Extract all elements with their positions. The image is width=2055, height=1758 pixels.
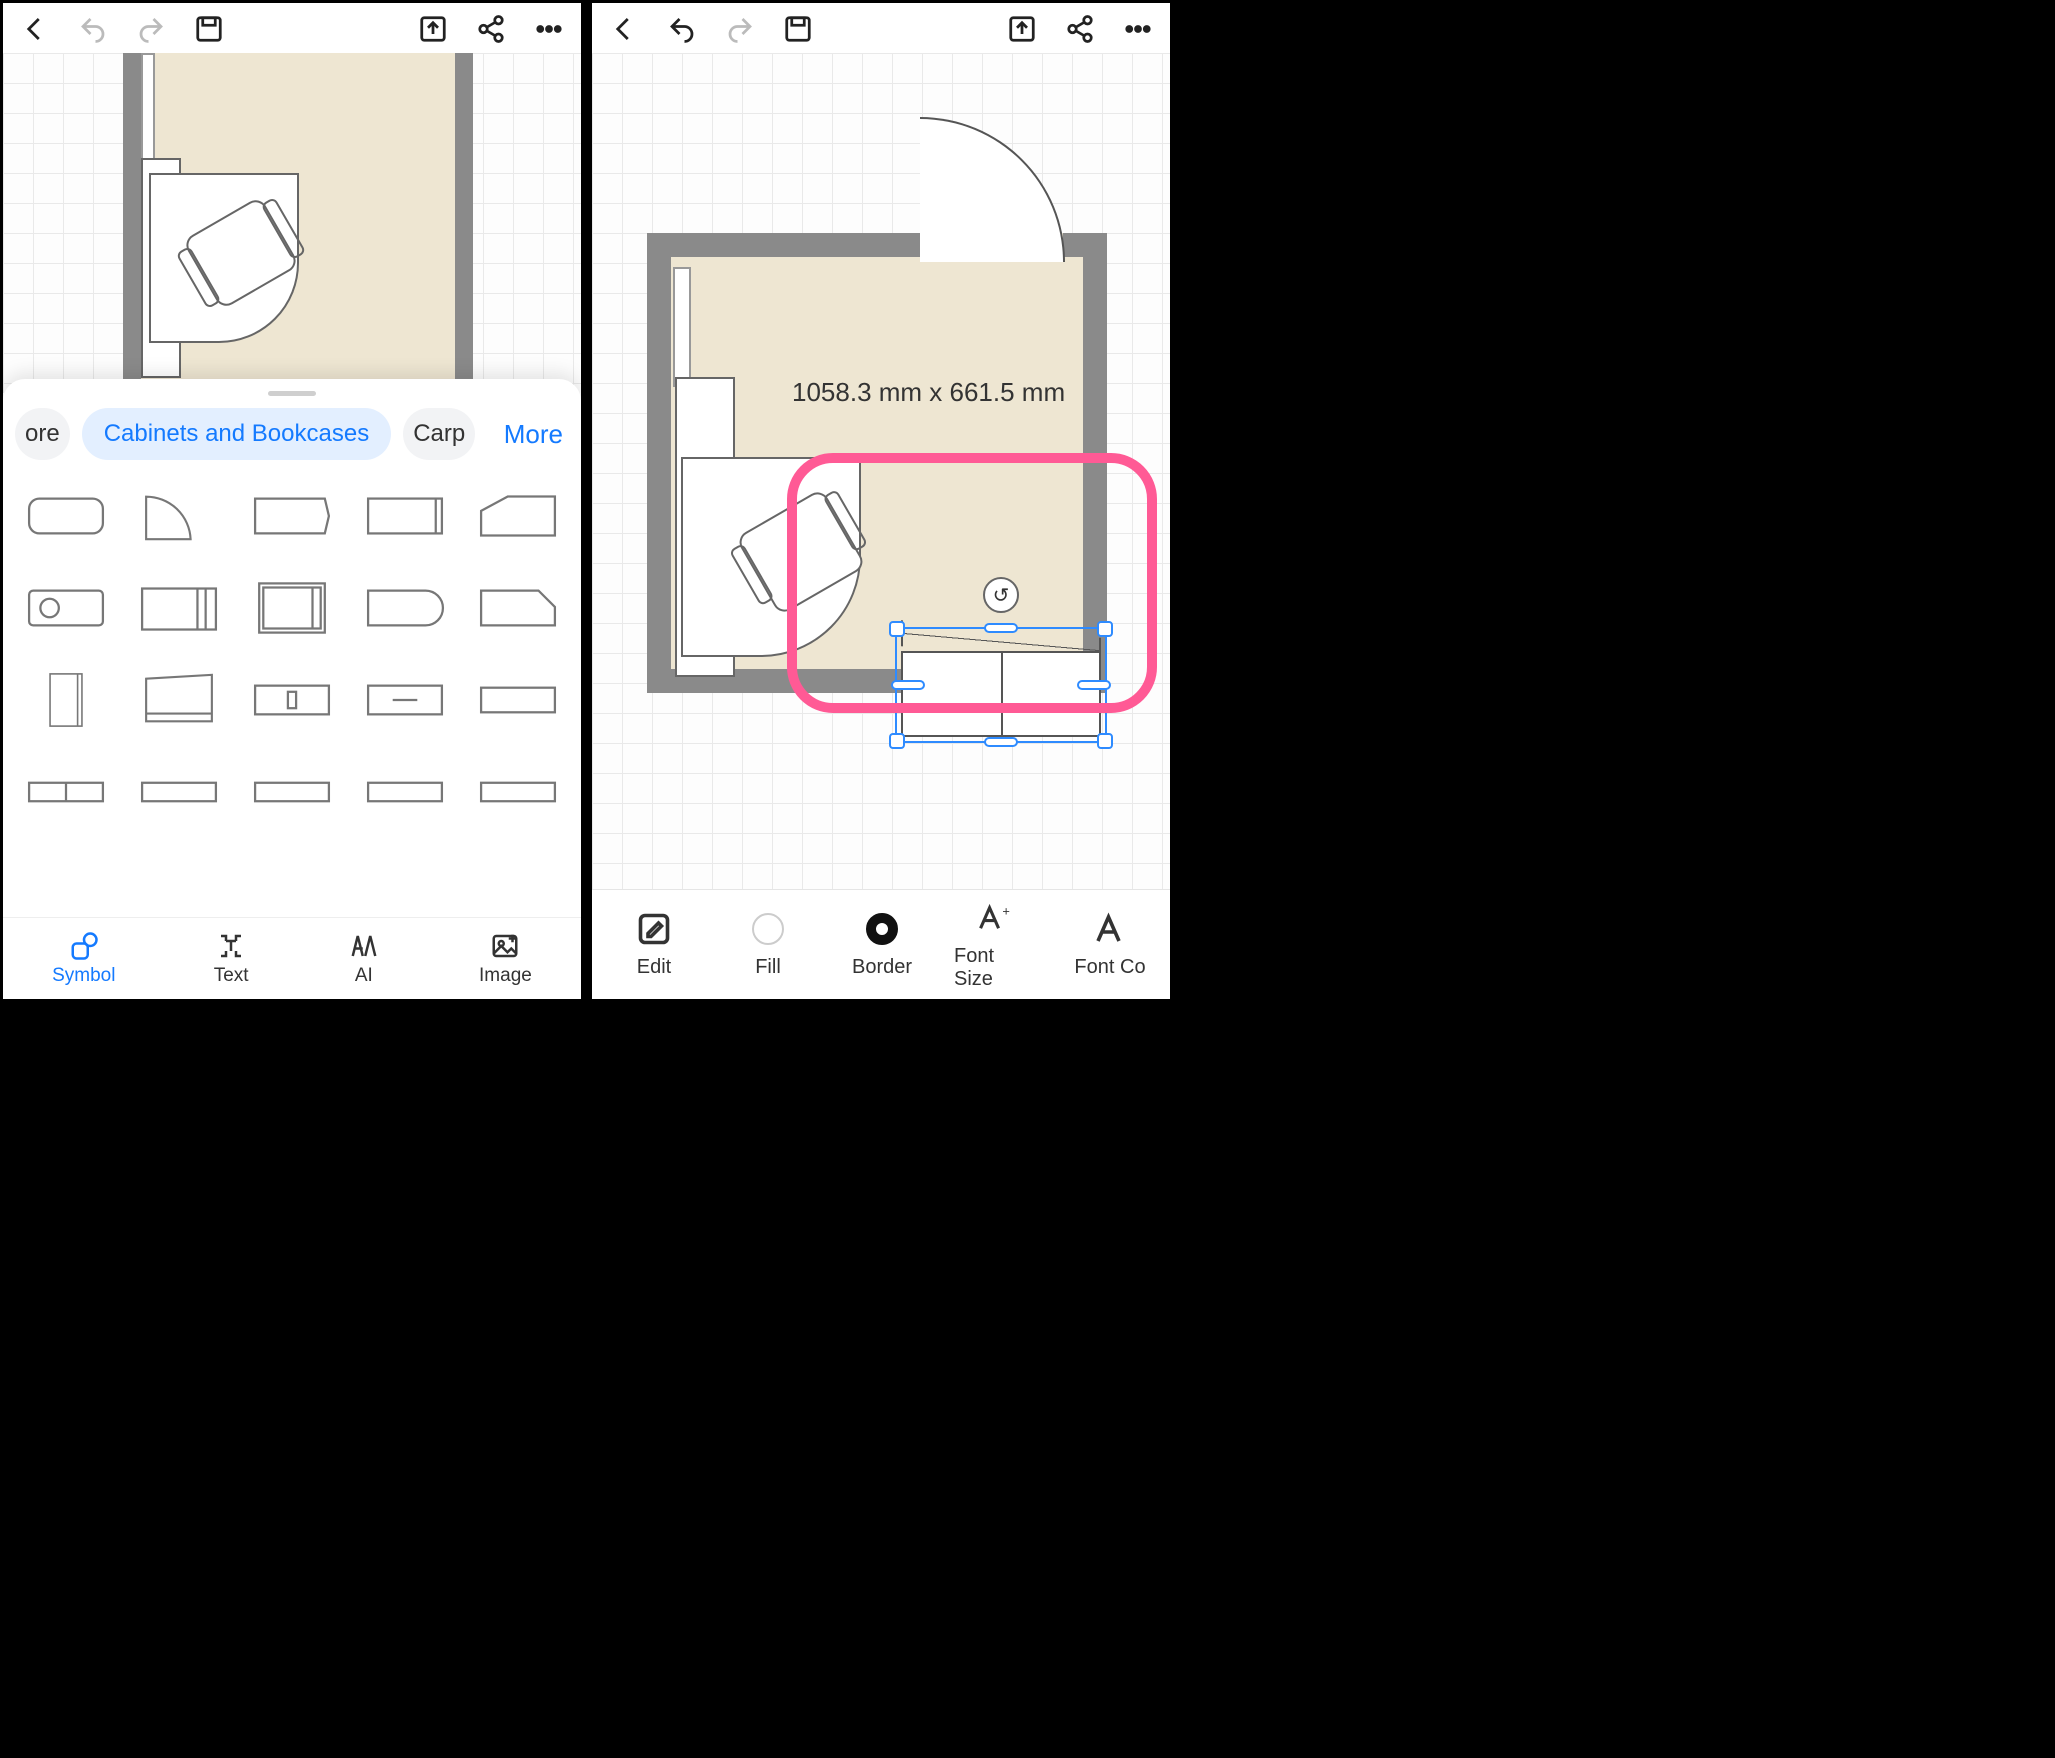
edit-label: Edit <box>637 956 671 979</box>
edit-button[interactable]: Edit <box>612 910 696 979</box>
tab-text-label: Text <box>214 965 249 987</box>
drawer-handle[interactable] <box>268 391 316 396</box>
category-chips: ore Cabinets and Bookcases Carp More <box>9 408 575 474</box>
cabinet-symbol-1[interactable] <box>17 480 116 552</box>
cabinet-symbol-17[interactable] <box>130 756 229 828</box>
resize-handle[interactable] <box>889 733 905 749</box>
door-swing-icon <box>920 117 1065 262</box>
more-icon[interactable] <box>533 13 565 45</box>
app-screen-selection: ↺ 1058.3 mm x 661.5 mm Edit <box>589 0 1173 1002</box>
chips-more[interactable]: More <box>504 419 569 450</box>
font-size-label: Font Size <box>954 945 1038 991</box>
export-icon[interactable] <box>417 13 449 45</box>
svg-text:+: + <box>1002 903 1010 918</box>
cabinet-symbol-9[interactable] <box>355 572 454 644</box>
redo-icon[interactable] <box>724 13 756 45</box>
font-color-button[interactable]: Font Co <box>1068 910 1152 979</box>
annotation-highlight <box>787 453 1157 713</box>
tab-symbol[interactable]: Symbol <box>52 931 115 987</box>
bottom-tabbar: Symbol Text AI Image <box>3 917 581 999</box>
chip-next[interactable]: Carp <box>403 408 475 460</box>
floorplan-canvas[interactable]: ↺ 1058.3 mm x 661.5 mm <box>592 53 1170 933</box>
dimension-label: 1058.3 mm x 661.5 mm <box>792 377 1065 408</box>
symbol-grid <box>9 474 575 834</box>
share-icon[interactable] <box>475 13 507 45</box>
app-screen-symbol-drawer: ore Cabinets and Bookcases Carp More <box>0 0 584 1002</box>
tab-image[interactable]: Image <box>479 931 532 987</box>
cabinet-symbol-2[interactable] <box>130 480 229 552</box>
export-icon[interactable] <box>1006 13 1038 45</box>
resize-handle[interactable] <box>984 737 1018 747</box>
tab-symbol-label: Symbol <box>52 965 115 987</box>
cabinet-symbol-8[interactable] <box>243 572 342 644</box>
cabinet-symbol-10[interactable] <box>468 572 567 644</box>
cabinet-symbol-19[interactable] <box>355 756 454 828</box>
cabinet-symbol-16[interactable] <box>17 756 116 828</box>
fill-label: Fill <box>755 956 781 979</box>
cabinet-symbol-13[interactable] <box>243 664 342 736</box>
border-button[interactable]: Border <box>840 910 924 979</box>
cabinet-symbol-5[interactable] <box>468 480 567 552</box>
redo-icon[interactable] <box>135 13 167 45</box>
more-icon[interactable] <box>1122 13 1154 45</box>
share-icon[interactable] <box>1064 13 1096 45</box>
top-toolbar <box>592 3 1170 53</box>
edit-toolbar: Edit Fill Border + Font Size Font Co <box>592 889 1170 999</box>
tab-text[interactable]: Text <box>214 931 249 987</box>
undo-icon[interactable] <box>77 13 109 45</box>
back-icon[interactable] <box>608 13 640 45</box>
cabinet-symbol-4[interactable] <box>355 480 454 552</box>
cabinet-symbol-14[interactable] <box>355 664 454 736</box>
cabinet-symbol-15[interactable] <box>468 664 567 736</box>
resize-handle[interactable] <box>1097 733 1113 749</box>
save-icon[interactable] <box>193 13 225 45</box>
window-symbol <box>141 53 155 163</box>
chip-prev[interactable]: ore <box>15 408 70 460</box>
cabinet-symbol-11[interactable] <box>17 664 116 736</box>
back-icon[interactable] <box>19 13 51 45</box>
chip-cabinets[interactable]: Cabinets and Bookcases <box>82 408 392 460</box>
tab-ai-label: AI <box>355 965 373 987</box>
font-color-label: Font Co <box>1074 956 1145 979</box>
window-symbol <box>673 267 691 387</box>
top-toolbar <box>3 3 581 53</box>
symbol-drawer[interactable]: ore Cabinets and Bookcases Carp More <box>3 379 581 917</box>
floorplan-canvas[interactable] <box>3 53 581 393</box>
cabinet-symbol-6[interactable] <box>17 572 116 644</box>
border-label: Border <box>852 956 912 979</box>
cabinet-symbol-20[interactable] <box>468 756 567 828</box>
fill-button[interactable]: Fill <box>726 910 810 979</box>
save-icon[interactable] <box>782 13 814 45</box>
tab-ai[interactable]: AI <box>347 931 381 987</box>
room-outline <box>123 53 473 383</box>
cabinet-symbol-3[interactable] <box>243 480 342 552</box>
tab-image-label: Image <box>479 965 532 987</box>
font-size-button[interactable]: + Font Size <box>954 899 1038 991</box>
undo-icon[interactable] <box>666 13 698 45</box>
cabinet-symbol-18[interactable] <box>243 756 342 828</box>
cabinet-symbol-7[interactable] <box>130 572 229 644</box>
cabinet-symbol-12[interactable] <box>130 664 229 736</box>
